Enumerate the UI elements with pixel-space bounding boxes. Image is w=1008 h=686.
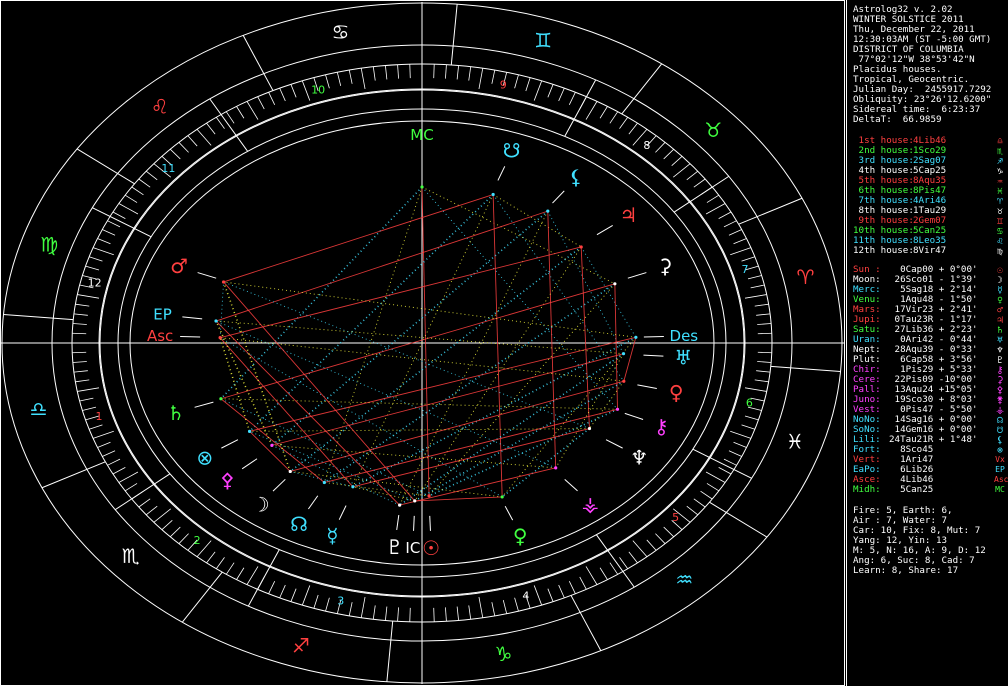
planet-dot (270, 443, 274, 447)
zodiac-sign-icon: ♓ (786, 429, 804, 453)
house-number: 3 (337, 595, 344, 608)
planet-icon: MC (410, 126, 433, 144)
house-number: 9 (500, 78, 507, 91)
house-position: 8Vir47 (913, 245, 947, 256)
planet-icon: ♆ (630, 446, 648, 470)
house-number: 12 (88, 277, 102, 290)
planet-icon: ♀ (669, 381, 684, 405)
astrology-wheel: ♎♏♐ ♑♒♓♈♉♊♋♌♍123 456789101112MC☋⚸♃⚳Des♅♀⚷♆… (0, 0, 845, 686)
planet-pointer (413, 515, 415, 531)
house-number: 2 (194, 534, 201, 547)
planet-icon: ♀ (513, 524, 528, 548)
planet-dot (546, 209, 550, 213)
planet-icon: ☋ (503, 138, 521, 162)
planet-pointer (180, 335, 201, 338)
house-number: 11 (161, 162, 175, 175)
planet-icon: ⚶ (582, 492, 599, 516)
planet-pointer (643, 335, 664, 338)
planet-icon: ♅ (674, 345, 692, 369)
planet-dot (621, 352, 626, 356)
house-number: 6 (746, 396, 753, 409)
planet-dot (351, 485, 355, 489)
planet-dot (615, 407, 620, 411)
zodiac-sign-icon: ♊ (534, 29, 552, 53)
planet-position: 5Can25 (889, 484, 934, 495)
house-number: 7 (741, 263, 748, 276)
planet-dot (634, 335, 638, 339)
info-panel: Astrolog32 v. 2.02 WINTER SOLSTICE 2011 Th… (846, 0, 1008, 686)
planet-name: Midh: (853, 484, 881, 495)
planet-icon: ♇ (386, 535, 404, 559)
planet-dot (413, 499, 417, 503)
planet-icon: ⚴ (220, 468, 235, 492)
planet-icon: ☿ (326, 524, 338, 548)
zodiac-sign-icon: ♑ (495, 642, 513, 666)
planet-icon: ⚷ (654, 414, 669, 438)
planet-dot (427, 494, 431, 498)
zodiac-sign-icon: ♉ (704, 118, 722, 142)
zodiac-sign-icon: ♌ (151, 95, 169, 119)
house-row: 12th house:8Vir47 (853, 246, 946, 256)
panel-divider (846, 0, 847, 686)
planet-dot (221, 280, 226, 284)
zodiac-sign-icon: ♈ (796, 265, 814, 289)
planet-dot (288, 469, 292, 474)
house-label: 12th house: (853, 245, 914, 256)
planet-dot (322, 480, 326, 485)
planet-icon: ☊ (290, 512, 308, 536)
planet-dot (247, 429, 252, 433)
planet-dot (214, 319, 218, 323)
planet-icon: Asc (147, 327, 173, 345)
planet-dot (622, 379, 626, 383)
planet-icon: ♂ (170, 254, 188, 278)
planet-icon: Vx (995, 455, 1005, 464)
planet-icon: ⚳ (658, 254, 673, 278)
zodiac-sign-icon: ♋ (332, 20, 350, 44)
house-number: 4 (522, 589, 529, 602)
planet-icon: EP (995, 465, 1005, 474)
planet-dot (613, 282, 617, 286)
planet-icon: IC (405, 539, 420, 557)
zodiac-sign-icon: ♒ (675, 567, 693, 591)
planet-icon: MC (995, 485, 1005, 494)
planet-icon: ♃ (619, 203, 637, 227)
zodiac-sign-icon: ♎ (30, 397, 48, 421)
zodiac-sign-icon: ♐ (292, 633, 310, 657)
planet-icon: EP (153, 305, 172, 323)
summary-line: Learn: 8, Share: 17 (853, 565, 959, 576)
planet-icon: ☽ (252, 493, 270, 517)
planet-dot (579, 245, 583, 249)
planet-dot (587, 426, 592, 431)
sign-icon: ♍ (997, 246, 1003, 257)
planet-icon: ⚸ (569, 165, 584, 189)
house-number: 8 (643, 139, 650, 152)
house-number: 5 (672, 511, 679, 524)
planet-icon: Asc (994, 475, 1008, 484)
planet-icon: ☉ (422, 536, 440, 560)
planet-dot (398, 503, 402, 507)
planet-row: Midh: 5Can25 (853, 485, 933, 495)
planet-icon: ⊗ (196, 446, 213, 470)
planet-dot (218, 336, 222, 340)
planet-icon: Des (670, 327, 699, 345)
house-number: 1 (96, 410, 103, 423)
zodiac-sign-icon: ♏ (122, 544, 140, 568)
house-number: 10 (311, 84, 325, 97)
planet-icon: ♄ (167, 401, 185, 425)
planet-dot (554, 466, 558, 470)
planet-dot (420, 185, 424, 189)
planet-dot (500, 495, 504, 499)
planet-pointer (429, 515, 431, 531)
planet-dot (219, 397, 223, 401)
zodiac-sign-icon: ♍ (40, 233, 58, 257)
planet-dot (491, 192, 495, 197)
header-line: DeltaT: 66.9859 (853, 114, 942, 125)
